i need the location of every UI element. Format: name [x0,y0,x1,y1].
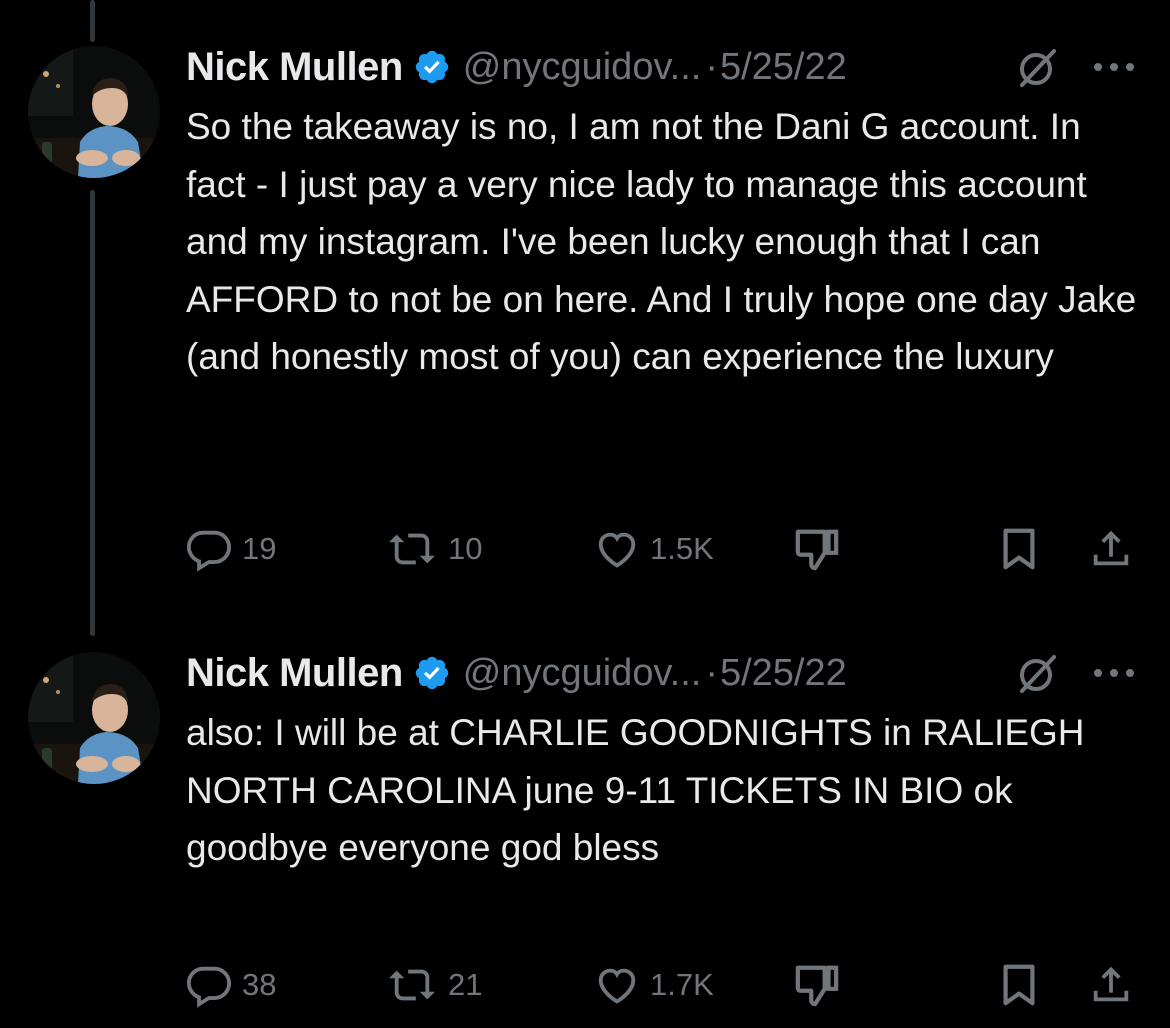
like-button[interactable]: 1.7K [594,960,714,1010]
share-upload-icon [1093,530,1129,566]
bookmark-button[interactable] [996,960,1042,1010]
bookmark-icon [1003,964,1035,1006]
repost-button[interactable]: 21 [386,960,482,1010]
verified-badge-icon [415,656,448,690]
bookmark-icon [1003,528,1035,570]
reply-count: 19 [242,531,277,566]
repost-arrows-icon [389,969,435,1001]
avatar[interactable] [28,652,160,784]
repost-button[interactable]: 10 [386,524,482,574]
avatar-photo-icon [28,46,160,178]
separator: · [705,651,718,694]
share-button[interactable] [1088,960,1134,1010]
heart-icon [598,968,636,1004]
repost-arrows-icon [389,533,435,565]
tweet-header: Nick Mullen @nycguidov... · 5/25/22 [186,42,847,92]
bookmark-button[interactable] [996,524,1042,574]
separator: · [705,45,718,88]
tweet-text: So the takeaway is no, I am not the Dani… [186,106,1147,377]
grok-slash-icon[interactable] [1014,45,1060,91]
author-handle[interactable]: @nycguidov... [463,46,702,89]
reply-count: 38 [242,967,277,1002]
thumbs-down-icon [795,965,839,1007]
more-dots-icon[interactable] [1090,57,1138,77]
dislike-button[interactable] [792,524,842,574]
share-button[interactable] [1088,524,1134,574]
tweet-text: also: I will be at CHARLIE GOODNIGHTS in… [186,712,1095,868]
author-name[interactable]: Nick Mullen [186,45,403,90]
like-button[interactable]: 1.5K [594,524,714,574]
tweet-date[interactable]: 5/25/22 [720,652,847,695]
reply-button[interactable]: 38 [186,960,276,1010]
author-handle[interactable]: @nycguidov... [463,652,702,695]
tweet[interactable]: Nick Mullen @nycguidov... · 5/25/22 also… [0,600,1170,1028]
speech-bubble-icon [186,966,232,1008]
tweet-date[interactable]: 5/25/22 [720,46,847,89]
tweet-header: Nick Mullen @nycguidov... · 5/25/22 [186,648,847,698]
verified-badge-icon [415,50,448,84]
dislike-button[interactable] [792,960,842,1010]
author-name[interactable]: Nick Mullen [186,651,403,696]
share-upload-icon [1093,966,1129,1002]
action-bar: 38 21 1.7K [0,960,1170,1010]
thumbs-down-icon [795,529,839,571]
like-count: 1.5K [650,531,714,566]
repost-count: 10 [448,531,483,566]
speech-bubble-icon [186,530,232,572]
like-count: 1.7K [650,967,714,1002]
avatar[interactable] [28,46,160,178]
repost-count: 21 [448,967,483,1002]
avatar-photo-icon [28,652,160,784]
action-bar: 19 10 1.5K [0,524,1170,574]
tweet[interactable]: Nick Mullen @nycguidov... · 5/25/22 So t… [0,0,1170,600]
more-dots-icon[interactable] [1090,663,1138,683]
reply-button[interactable]: 19 [186,524,276,574]
heart-icon [598,532,636,568]
grok-slash-icon[interactable] [1014,651,1060,697]
